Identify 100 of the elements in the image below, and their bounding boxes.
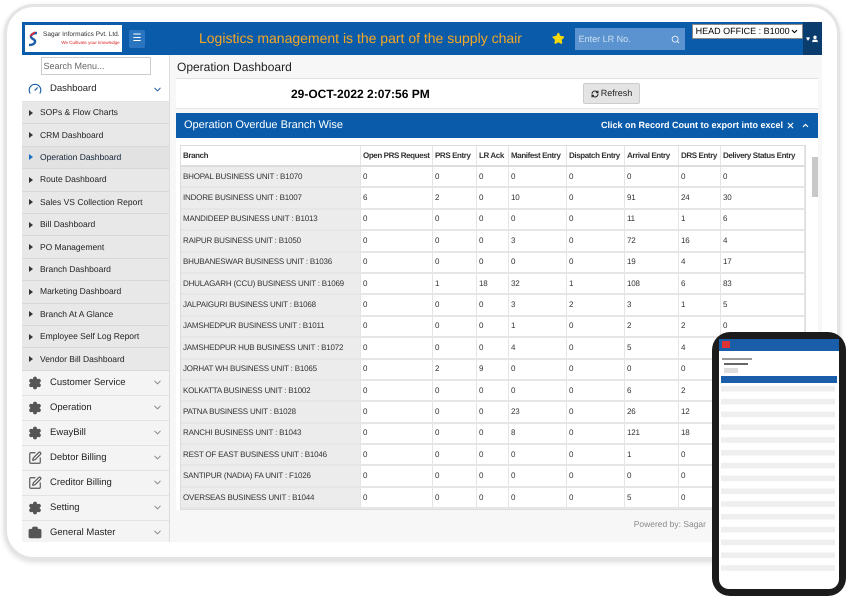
table-cell[interactable]: 9 (479, 363, 484, 376)
table-cell[interactable]: 6 (627, 384, 632, 397)
table-cell[interactable]: 2 (435, 363, 440, 376)
table-cell[interactable]: 0 (363, 213, 368, 226)
table-cell[interactable]: 0 (681, 170, 686, 183)
table-cell[interactable]: 0 (511, 448, 516, 461)
table-cell[interactable]: 0 (569, 492, 574, 504)
submenu-item[interactable]: Sales VS Collection Report (22, 192, 169, 214)
sidebar-menu-item[interactable]: Creditor Billing (22, 470, 169, 496)
table-cell[interactable]: 5 (723, 299, 728, 312)
table-cell[interactable]: 0 (627, 470, 632, 482)
table-cell[interactable]: 108 (627, 278, 640, 290)
submenu-item[interactable]: Branch Dashboard (22, 258, 169, 282)
table-cell[interactable]: 16 (681, 234, 690, 247)
table-cell[interactable]: 1 (435, 278, 440, 290)
submenu-item[interactable]: Branch At A Glance (22, 304, 169, 326)
table-cell[interactable]: 0 (479, 406, 484, 418)
table-cell[interactable]: 0 (435, 492, 440, 504)
table-cell[interactable]: 0 (723, 320, 728, 332)
table-cell[interactable]: 2 (569, 299, 574, 312)
sidebar-menu-item[interactable]: Debtor Billing (22, 446, 169, 471)
table-cell[interactable]: 0 (569, 170, 574, 183)
table-cell[interactable]: 0 (435, 470, 440, 482)
table-cell[interactable]: 18 (479, 278, 488, 290)
table-cell[interactable]: 0 (569, 342, 574, 354)
table-cell[interactable]: 10 (511, 192, 520, 204)
table-cell[interactable]: 0 (435, 406, 440, 418)
table-cell[interactable]: 1 (569, 278, 574, 290)
table-cell[interactable]: 0 (363, 470, 368, 482)
submenu-item[interactable]: Route Dashboard (22, 169, 169, 192)
table-cell[interactable]: 0 (363, 234, 368, 247)
table-cell[interactable]: 30 (723, 192, 732, 204)
branch-select[interactable]: HEAD OFFICE : B1000 (692, 24, 803, 39)
table-cell[interactable]: 0 (569, 363, 574, 376)
sidebar-menu-item[interactable]: Setting (22, 496, 169, 521)
table-cell[interactable]: 0 (511, 363, 516, 376)
star-icon[interactable] (552, 30, 565, 47)
table-cell[interactable]: 0 (723, 170, 728, 183)
table-cell[interactable]: 3 (511, 234, 516, 247)
table-cell[interactable]: 121 (627, 427, 640, 440)
table-cell[interactable]: 4 (681, 342, 686, 354)
table-cell[interactable]: 19 (627, 256, 636, 268)
table-cell[interactable]: 0 (363, 427, 368, 440)
submenu-item[interactable]: Employee Self Log Report (22, 326, 169, 348)
table-cell[interactable]: 0 (511, 384, 516, 397)
table-cell[interactable]: 0 (479, 342, 484, 354)
table-cell[interactable]: 0 (363, 278, 368, 290)
table-cell[interactable]: 0 (569, 470, 574, 482)
table-cell[interactable]: 0 (569, 213, 574, 226)
submenu-item[interactable]: Bill Dashboard (22, 214, 169, 236)
table-cell[interactable]: 0 (435, 170, 440, 183)
table-cell[interactable]: 0 (681, 492, 686, 504)
table-cell[interactable]: 1 (681, 299, 686, 312)
submenu-item[interactable]: SOPs & Flow Charts (22, 102, 169, 124)
table-cell[interactable]: 6 (363, 192, 368, 204)
table-cell[interactable]: 0 (363, 342, 368, 354)
table-cell[interactable]: 0 (511, 213, 516, 226)
table-cell[interactable]: 0 (479, 299, 484, 312)
table-cell[interactable]: 1 (681, 213, 686, 226)
table-cell[interactable]: 5 (627, 342, 632, 354)
menu-button[interactable]: ☰ (128, 30, 145, 48)
refresh-button[interactable]: Refresh (582, 83, 640, 104)
table-cell[interactable]: 91 (627, 192, 636, 204)
table-cell[interactable]: 0 (363, 363, 368, 376)
table-cell[interactable]: 0 (363, 492, 368, 504)
table-cell[interactable]: 0 (511, 470, 516, 482)
table-cell[interactable]: 0 (435, 299, 440, 312)
table-cell[interactable]: 0 (511, 492, 516, 504)
submenu-item[interactable]: CRM Dashboard (22, 124, 169, 147)
table-cell[interactable]: 0 (435, 342, 440, 354)
table-cell[interactable]: 0 (363, 170, 368, 183)
table-cell[interactable]: 0 (569, 427, 574, 440)
table-cell[interactable]: 0 (569, 234, 574, 247)
table-cell[interactable]: 4 (681, 256, 686, 268)
table-cell[interactable]: 0 (435, 427, 440, 440)
table-cell[interactable]: 6 (681, 278, 686, 290)
table-cell[interactable]: 5 (627, 492, 632, 504)
table-cell[interactable]: 11 (627, 213, 635, 226)
sidebar-menu-item[interactable]: Dashboard (22, 77, 169, 102)
close-icon[interactable] (786, 121, 795, 130)
table-cell[interactable]: 0 (479, 213, 484, 226)
table-cell[interactable]: 0 (363, 256, 368, 268)
user-menu-button[interactable] (802, 22, 822, 55)
table-cell[interactable]: 0 (627, 170, 632, 183)
submenu-item[interactable]: Operation Dashboard (22, 146, 169, 170)
table-cell[interactable]: 32 (511, 278, 520, 290)
table-cell[interactable]: 3 (511, 299, 516, 312)
table-cell[interactable]: 4 (511, 342, 516, 354)
table-cell[interactable]: 0 (363, 448, 368, 461)
table-cell[interactable]: 0 (435, 384, 440, 397)
table-cell[interactable]: 0 (681, 363, 686, 376)
table-cell[interactable]: 83 (723, 278, 732, 290)
table-cell[interactable]: 0 (569, 406, 574, 418)
table-cell[interactable]: 18 (681, 427, 690, 440)
table-cell[interactable]: 0 (435, 234, 440, 247)
table-cell[interactable]: 0 (479, 192, 484, 204)
table-cell[interactable]: 0 (363, 320, 368, 332)
table-cell[interactable]: 0 (435, 256, 440, 268)
table-cell[interactable]: 0 (435, 448, 440, 461)
search-icon[interactable] (670, 34, 680, 44)
